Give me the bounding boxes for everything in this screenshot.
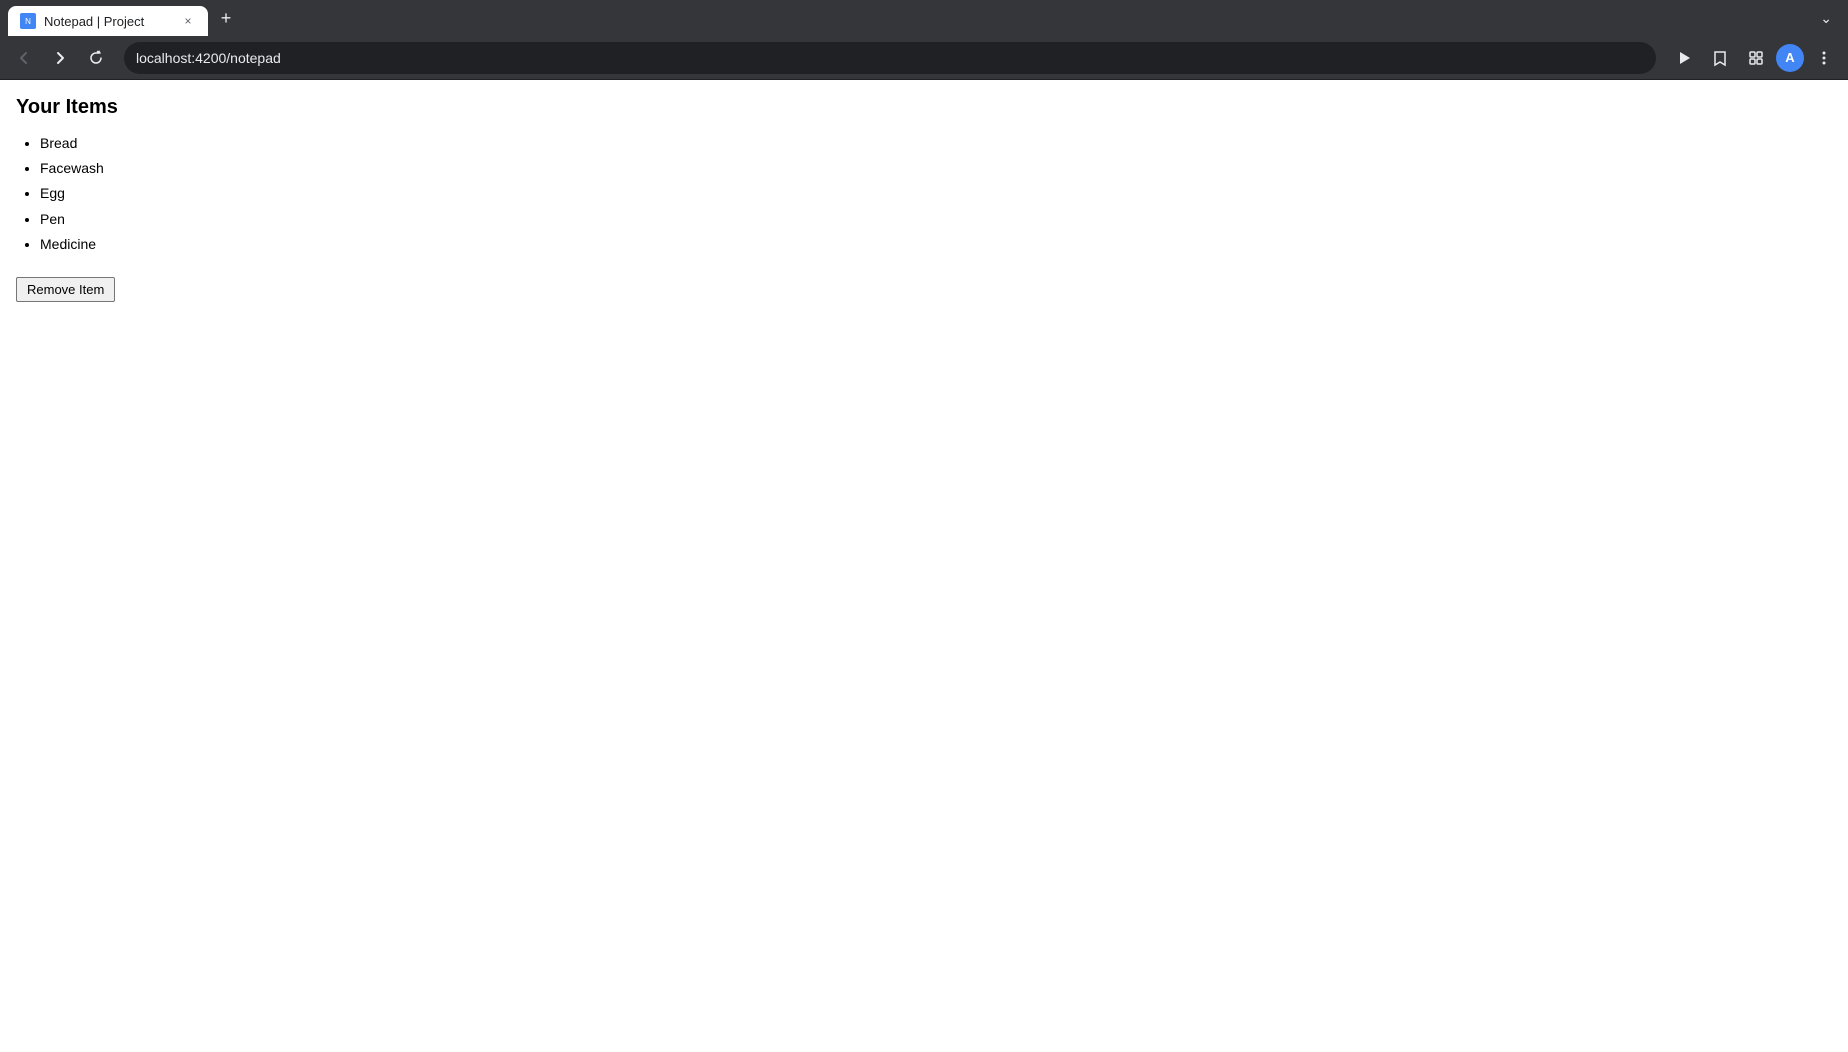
page-content: Your Items BreadFacewashEggPenMedicine R… [0, 80, 1848, 1052]
reload-button[interactable] [80, 42, 112, 74]
tab-bar: N Notepad | Project × + ⌄ [0, 0, 1848, 36]
address-text: localhost:4200/notepad [136, 50, 1644, 66]
page-title: Your Items [16, 96, 1832, 119]
active-tab[interactable]: N Notepad | Project × [8, 6, 208, 36]
list-item: Egg [40, 181, 1832, 206]
list-item: Bread [40, 131, 1832, 156]
items-list: BreadFacewashEggPenMedicine [16, 131, 1832, 257]
svg-text:N: N [25, 17, 31, 26]
extensions-button[interactable] [1740, 42, 1772, 74]
profile-button[interactable]: A [1776, 44, 1804, 72]
media-button[interactable] [1668, 42, 1700, 74]
address-bar[interactable]: localhost:4200/notepad [124, 42, 1656, 74]
back-button[interactable] [8, 42, 40, 74]
tab-favicon: N [20, 13, 36, 29]
tab-close-button[interactable]: × [180, 13, 196, 29]
bookmark-button[interactable] [1704, 42, 1736, 74]
menu-button[interactable] [1808, 42, 1840, 74]
list-item: Medicine [40, 232, 1832, 257]
forward-button[interactable] [44, 42, 76, 74]
browser-window: N Notepad | Project × + ⌄ [0, 0, 1848, 1052]
tab-bar-right: ⌄ [1812, 6, 1840, 31]
list-item: Pen [40, 207, 1832, 232]
toolbar-right-buttons: A [1668, 42, 1840, 74]
browser-toolbar: localhost:4200/notepad [0, 36, 1848, 80]
tab-title: Notepad | Project [44, 14, 172, 29]
list-item: Facewash [40, 156, 1832, 181]
remove-item-button[interactable]: Remove Item [16, 277, 115, 302]
new-tab-button[interactable]: + [212, 4, 240, 32]
tab-bar-chevron[interactable]: ⌄ [1812, 6, 1840, 31]
